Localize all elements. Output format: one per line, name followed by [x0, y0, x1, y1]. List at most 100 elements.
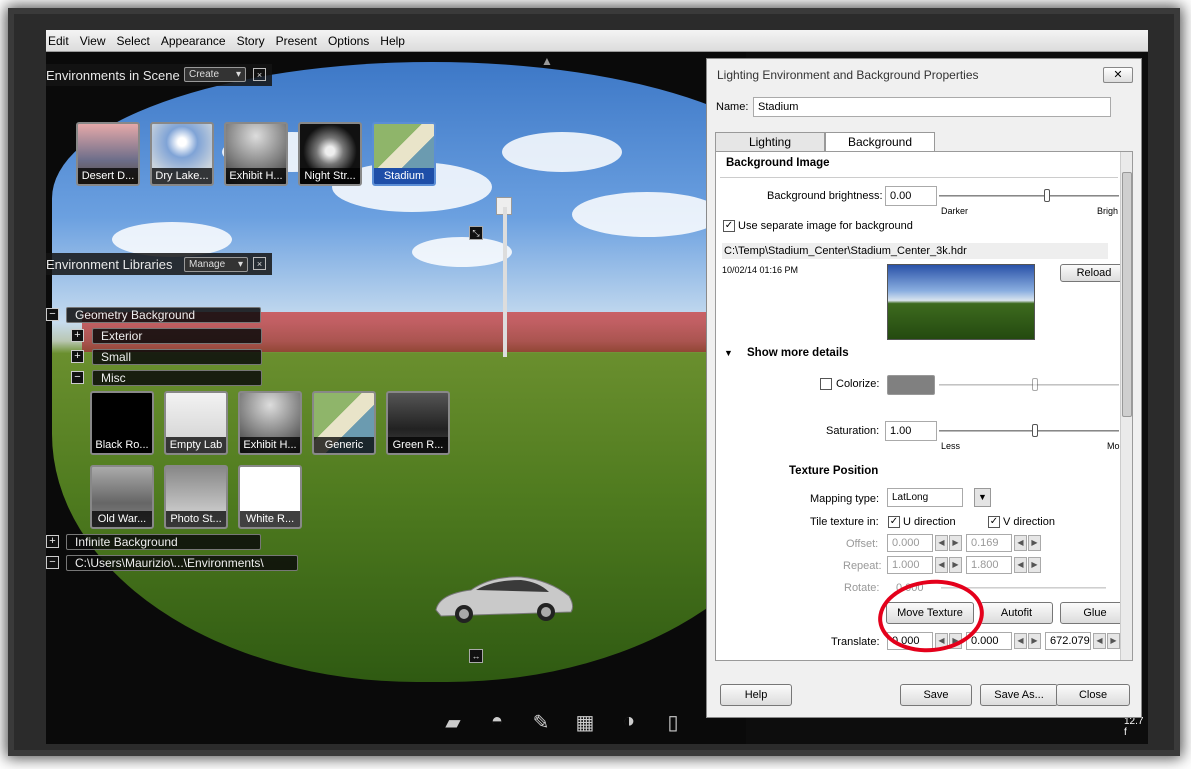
show-more-details[interactable]: Show more details [747, 347, 849, 359]
brightness-field[interactable]: 0.00 [885, 186, 937, 206]
arrow-left-icon[interactable]: ◀ [1093, 633, 1106, 649]
section-background-image: Background Image [726, 157, 830, 169]
env-thumb-drylake[interactable]: Dry Lake... [150, 122, 214, 186]
lib-thumb-empty-lab[interactable]: Empty Lab [164, 391, 228, 455]
menu-bar: Edit View Select Appearance Story Presen… [46, 30, 1148, 52]
lib-thumb-exhibit[interactable]: Exhibit H... [238, 391, 302, 455]
document-icon[interactable]: ▯ [658, 710, 688, 736]
v-direction-label: V direction [1003, 516, 1055, 528]
u-direction-label: U direction [903, 516, 956, 528]
menu-edit[interactable]: Edit [48, 34, 69, 48]
close-icon[interactable]: × [253, 68, 266, 81]
u-direction-checkbox[interactable]: ✓ [888, 516, 900, 528]
triangle-down-icon[interactable]: ▼ [724, 348, 733, 358]
env-thumb-stadium[interactable]: Stadium [372, 122, 436, 186]
collapse-icon[interactable]: − [46, 556, 59, 569]
arrow-right-icon[interactable]: ▶ [1107, 633, 1120, 649]
menu-options[interactable]: Options [328, 34, 369, 48]
lib-thumb-white-room[interactable]: White R... [238, 465, 302, 529]
car-model[interactable] [431, 572, 576, 627]
lib-thumb-black-room[interactable]: Black Ro... [90, 391, 154, 455]
lib-thumb-green-room[interactable]: Green R... [386, 391, 450, 455]
arrow-right-icon[interactable]: ▶ [1028, 633, 1041, 649]
env-thumb-nightstreet[interactable]: Night Str... [298, 122, 362, 186]
offset-u-field: 0.000 [887, 534, 933, 552]
saturation-slider-knob[interactable] [1032, 424, 1038, 437]
background-preview-image [887, 264, 1035, 340]
menu-story[interactable]: Story [237, 34, 265, 48]
menu-help[interactable]: Help [380, 34, 405, 48]
arrow-left-icon: ◀ [935, 535, 948, 551]
colorize-slider [939, 384, 1119, 386]
menu-view[interactable]: View [80, 34, 106, 48]
tree-item-exterior[interactable]: Exterior [92, 328, 262, 344]
menu-appearance[interactable]: Appearance [161, 34, 226, 48]
help-button[interactable]: Help [720, 684, 792, 706]
separate-image-label: Use separate image for background [738, 220, 913, 232]
mapping-label: Mapping type: [810, 493, 880, 505]
tree-item-infinite-background[interactable]: Infinite Background [66, 534, 261, 550]
brightness-slider[interactable] [939, 195, 1119, 197]
section-texture-position: Texture Position [789, 465, 879, 477]
tree-item-geometry-background[interactable]: Geometry Background [66, 307, 261, 323]
v-direction-checkbox[interactable]: ✓ [988, 516, 1000, 528]
dome-light-icon[interactable]: ◓ [482, 710, 512, 736]
expand-icon[interactable]: + [71, 329, 84, 342]
lib-thumb-photo-studio[interactable]: Photo St... [164, 465, 228, 529]
lib-thumb-old-warehouse[interactable]: Old War... [90, 465, 154, 529]
sphere-icon[interactable]: ◑ [614, 710, 644, 736]
separate-image-checkbox[interactable]: ✓ [723, 220, 735, 232]
fps-readout: 12.7 f [1124, 716, 1144, 738]
resize-handle-icon[interactable]: ⤡ [469, 226, 483, 240]
expand-icon[interactable]: + [46, 535, 59, 548]
close-button[interactable]: Close [1056, 684, 1130, 706]
spotlight-icon[interactable]: ✎ [526, 710, 556, 736]
env-thumb-desert[interactable]: Desert D... [76, 122, 140, 186]
chevron-down-icon[interactable]: ▼ [974, 488, 991, 507]
folder-icon[interactable]: ▰ [438, 710, 468, 736]
saturation-field[interactable]: 1.00 [885, 421, 937, 441]
tree-item-environments-folder[interactable]: C:\Users\Maurizio\...\Environments\ [66, 555, 298, 571]
save-button[interactable]: Save [900, 684, 972, 706]
brightness-slider-knob[interactable] [1044, 189, 1050, 202]
collapse-icon[interactable]: − [46, 308, 59, 321]
saturation-slider[interactable] [939, 430, 1119, 432]
env-thumb-exhibit[interactable]: Exhibit H... [224, 122, 288, 186]
translate-label: Translate: [831, 636, 880, 648]
brightness-label: Background brightness: [767, 190, 883, 202]
save-as-button[interactable]: Save As... [980, 684, 1058, 706]
tab-background[interactable]: Background [825, 132, 935, 153]
reload-button[interactable]: Reload [1060, 264, 1128, 282]
translate-z-field[interactable]: 672.079 [1045, 632, 1091, 650]
image-path[interactable]: C:\Temp\Stadium_Center\Stadium_Center_3k… [722, 243, 1108, 259]
tree-item-misc[interactable]: Misc [92, 370, 262, 386]
collapse-icon[interactable]: − [71, 371, 84, 384]
collapse-arrow-icon[interactable]: ▲ [541, 54, 553, 68]
scrollbar-thumb[interactable] [1122, 172, 1132, 417]
less-label: Less [941, 441, 961, 451]
arrow-right-icon: ▶ [1028, 535, 1041, 551]
tree-item-small[interactable]: Small [92, 349, 262, 365]
arrow-right-icon: ▶ [1028, 557, 1041, 573]
libraries-panel-title: Environment Libraries [46, 256, 173, 272]
materials-icon[interactable]: ▦ [570, 710, 600, 736]
close-icon[interactable]: ✕ [1103, 67, 1133, 83]
colorize-swatch[interactable] [887, 375, 935, 395]
menu-present[interactable]: Present [276, 34, 317, 48]
menu-select[interactable]: Select [116, 34, 149, 48]
tab-lighting[interactable]: Lighting [715, 132, 825, 152]
autofit-button[interactable]: Autofit [980, 602, 1053, 624]
close-icon[interactable]: × [253, 257, 266, 270]
repeat-v-field: 1.800 [966, 556, 1012, 574]
arrow-left-icon[interactable]: ◀ [1014, 633, 1027, 649]
manage-dropdown[interactable]: Manage ▾ [184, 257, 248, 272]
create-dropdown[interactable]: Create ▾ [184, 67, 246, 82]
name-field[interactable]: Stadium [753, 97, 1111, 117]
3d-viewport[interactable]: ▲ Environments in Scene Create ▾ × Desert… [46, 52, 746, 744]
mapping-select[interactable]: LatLong [887, 488, 963, 507]
expand-icon[interactable]: + [71, 350, 84, 363]
arrow-left-icon: ◀ [1014, 535, 1027, 551]
lib-thumb-generic[interactable]: Generic [312, 391, 376, 455]
colorize-checkbox[interactable] [820, 378, 832, 390]
move-handle-icon[interactable]: ↔ [469, 649, 483, 663]
